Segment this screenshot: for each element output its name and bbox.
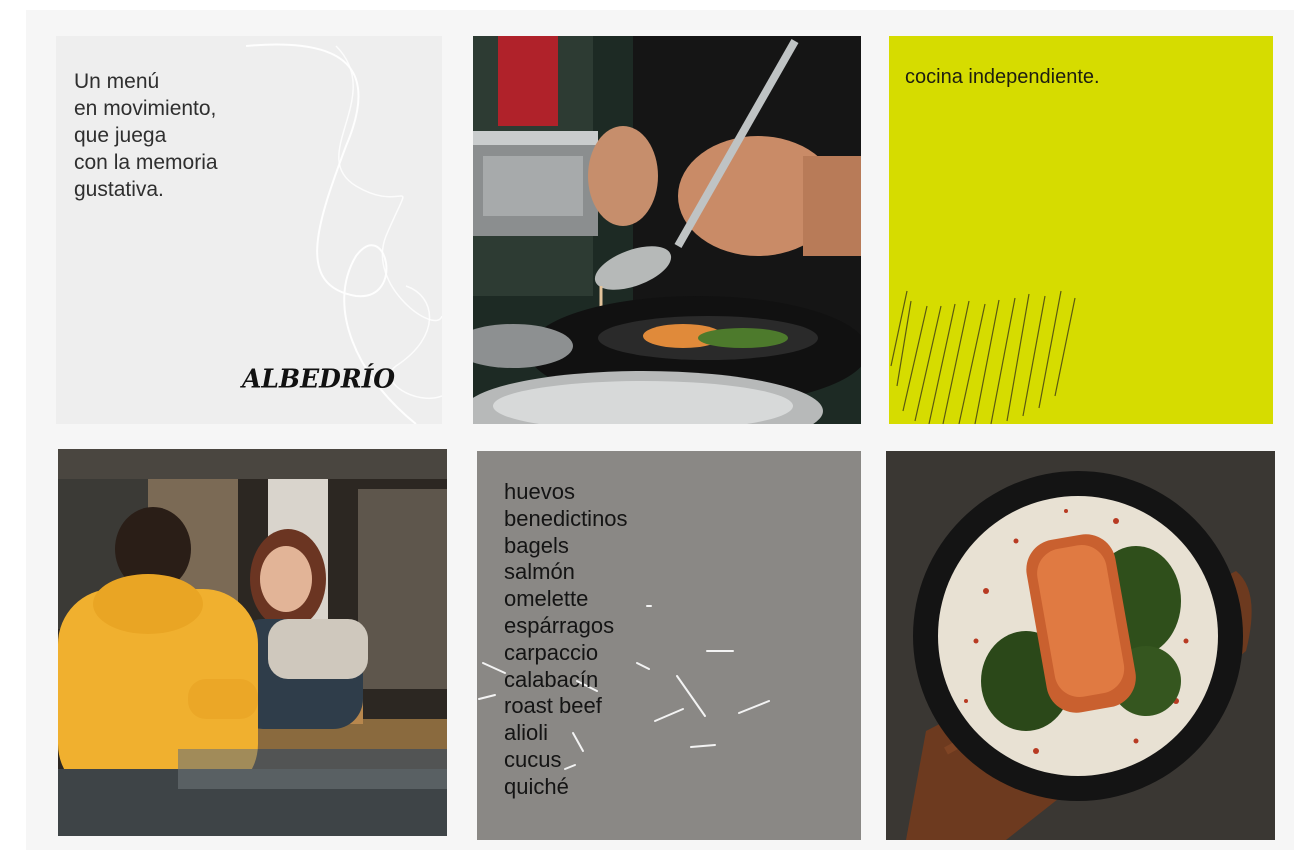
menu-item: omelette bbox=[504, 586, 589, 612]
menu-item: alioli bbox=[504, 720, 549, 746]
independent-kitchen-tile: cocina independiente. bbox=[889, 36, 1273, 424]
cafe-diners-photo bbox=[58, 449, 447, 836]
tagline-line: en movimiento, bbox=[74, 97, 217, 120]
menu-items-tile: huevos benedictinos bagels salmón omelet… bbox=[477, 451, 861, 840]
tagline-line: con la memoria bbox=[74, 151, 218, 174]
menu-list: huevos benedictinos bagels salmón omelet… bbox=[504, 479, 628, 801]
hatch-lines-decoration bbox=[890, 290, 1076, 424]
menu-item: bagels bbox=[504, 532, 569, 558]
menu-item: quiché bbox=[504, 773, 569, 799]
menu-item: espárragos bbox=[504, 612, 615, 638]
tagline-line: gustativa. bbox=[74, 178, 164, 201]
brand-logo: ALBEDRÍO bbox=[242, 363, 396, 394]
chef-plating-photo bbox=[473, 36, 861, 424]
menu-item: carpaccio bbox=[504, 639, 599, 665]
menu-item: roast beef bbox=[504, 693, 602, 719]
tagline-line: que juega bbox=[74, 124, 167, 147]
tagline-tile: Un menú en movimiento, que juega con la … bbox=[56, 36, 442, 424]
tagline-line: Un menú bbox=[74, 70, 160, 93]
menu-item: salmón bbox=[504, 559, 575, 585]
menu-item: huevos bbox=[504, 479, 575, 504]
tagline-text: Un menú en movimiento, que juega con la … bbox=[74, 68, 218, 203]
menu-item: calabacín bbox=[504, 666, 599, 692]
salmon-dish-photo bbox=[886, 451, 1275, 840]
menu-item: cucus bbox=[504, 746, 562, 772]
menu-item: benedictinos bbox=[504, 505, 628, 531]
